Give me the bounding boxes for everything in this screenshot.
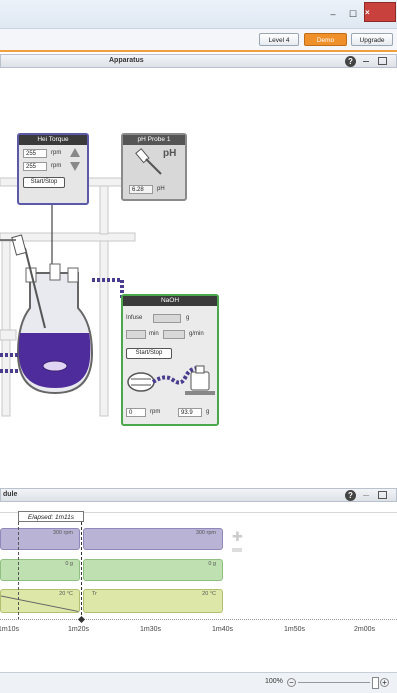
rpm-down-icon[interactable] (70, 162, 80, 171)
window-titlebar: – ☐ × (0, 0, 397, 29)
panel-minimize-icon[interactable] (363, 61, 369, 62)
naoh-title: NaOH (123, 296, 217, 306)
infuse-time-field[interactable] (126, 330, 146, 339)
tick-label: 1m50s (284, 626, 306, 633)
hei-torque-start-stop-button[interactable]: Start/Stop (23, 177, 65, 188)
set-rpm-field[interactable]: 255 (23, 149, 47, 158)
apparatus-panel-header: Apparatus ? (0, 54, 397, 68)
zoom-slider-thumb[interactable] (372, 677, 379, 689)
ph-probe-title: pH Probe 1 (123, 135, 185, 145)
zoom-level: 100% (265, 678, 283, 685)
tick-label: 1m10s (0, 626, 20, 633)
remove-track-icon[interactable] (232, 548, 242, 552)
ph-label: pH (163, 148, 177, 159)
schedule-help-icon[interactable]: ? (345, 490, 356, 501)
actual-rpm-unit: rpm (51, 163, 62, 169)
restore-button[interactable]: ☐ (344, 7, 362, 21)
temperature-track-segment-2[interactable]: Tr 20 °C (83, 589, 223, 613)
hei-torque-title: Hei Torque (19, 135, 87, 145)
ph-unit: pH (157, 186, 165, 192)
tick-label: 1m30s (140, 626, 162, 633)
playhead-line[interactable] (81, 522, 82, 620)
tick-label: 1m20s (68, 626, 90, 633)
infuse-amount-field[interactable] (153, 314, 181, 323)
timeline-axis (0, 619, 397, 621)
rpm-up-icon[interactable] (70, 148, 80, 157)
pump-rpm-unit: rpm (150, 409, 161, 415)
stirrer-track-segment-1[interactable]: 300 rpm (0, 528, 80, 550)
ph-probe-device: pH Probe 1 pH 6.28 pH (121, 133, 187, 201)
previous-marker-line (18, 522, 19, 620)
minimize-button[interactable]: – (324, 7, 342, 21)
naoh-track-segment-2[interactable]: 0 g (83, 559, 223, 581)
apparatus-canvas: Hei Torque 255 rpm 255 rpm Start/Stop pH… (0, 68, 397, 486)
infuse-time-unit: min (149, 331, 159, 337)
close-button[interactable]: × (364, 2, 396, 22)
infuse-unit: g (186, 315, 190, 321)
zoom-in-icon[interactable]: + (380, 678, 389, 687)
zoom-slider-track[interactable] (298, 682, 370, 683)
naoh-track-segment-1[interactable]: 0 g (0, 559, 80, 581)
zoom-out-icon[interactable]: − (287, 678, 296, 687)
actual-rpm-field: 255 (23, 162, 47, 171)
naoh-start-stop-button[interactable]: Start/Stop (126, 348, 172, 359)
infuse-rate-field[interactable] (163, 330, 185, 339)
set-rpm-unit: rpm (51, 150, 62, 156)
pump-and-balance-icon (127, 365, 215, 395)
schedule-panel-header: dule ? (0, 488, 397, 502)
upgrade-button[interactable]: Upgrade (351, 33, 393, 46)
hei-torque-device: Hei Torque 255 rpm 255 rpm Start/Stop (17, 133, 89, 205)
reactor-flask (16, 263, 94, 395)
temperature-track-segment-1[interactable]: 20 °C (0, 589, 80, 613)
demo-button[interactable]: Demo (304, 33, 347, 46)
infuse-rate-unit: g/min (189, 331, 204, 337)
balance-value-field: 93.9 (178, 408, 202, 417)
panel-maximize-icon[interactable] (378, 57, 387, 65)
stirrer-track-segment-2[interactable]: 300 rpm (83, 528, 223, 550)
balance-unit: g (206, 409, 210, 415)
status-bar: 100% − + (0, 672, 397, 693)
pump-rpm-field[interactable]: 0 (126, 408, 146, 417)
tick-label: 1m40s (212, 626, 234, 633)
elapsed-label: Elapsed: 1m11s (18, 511, 84, 522)
schedule-panel-title: dule (3, 491, 18, 498)
apparatus-panel-title: Apparatus (109, 57, 144, 64)
schedule-minimize-icon[interactable] (363, 495, 369, 496)
help-icon[interactable]: ? (345, 56, 356, 67)
schedule-maximize-icon[interactable] (378, 491, 387, 499)
add-track-icon[interactable]: ✚ (232, 529, 243, 545)
ph-probe-icon (135, 148, 162, 175)
ph-value-field: 6.28 (129, 185, 153, 194)
level-button[interactable]: Level 4 (259, 33, 299, 46)
toolbar: Level 4 Demo Upgrade (0, 29, 397, 52)
tick-label: 2m00s (354, 626, 376, 633)
naoh-pump-device: NaOH Infuse g min g/min Start/Stop 0 rpm… (121, 294, 219, 426)
infuse-label: Infuse (126, 315, 143, 321)
